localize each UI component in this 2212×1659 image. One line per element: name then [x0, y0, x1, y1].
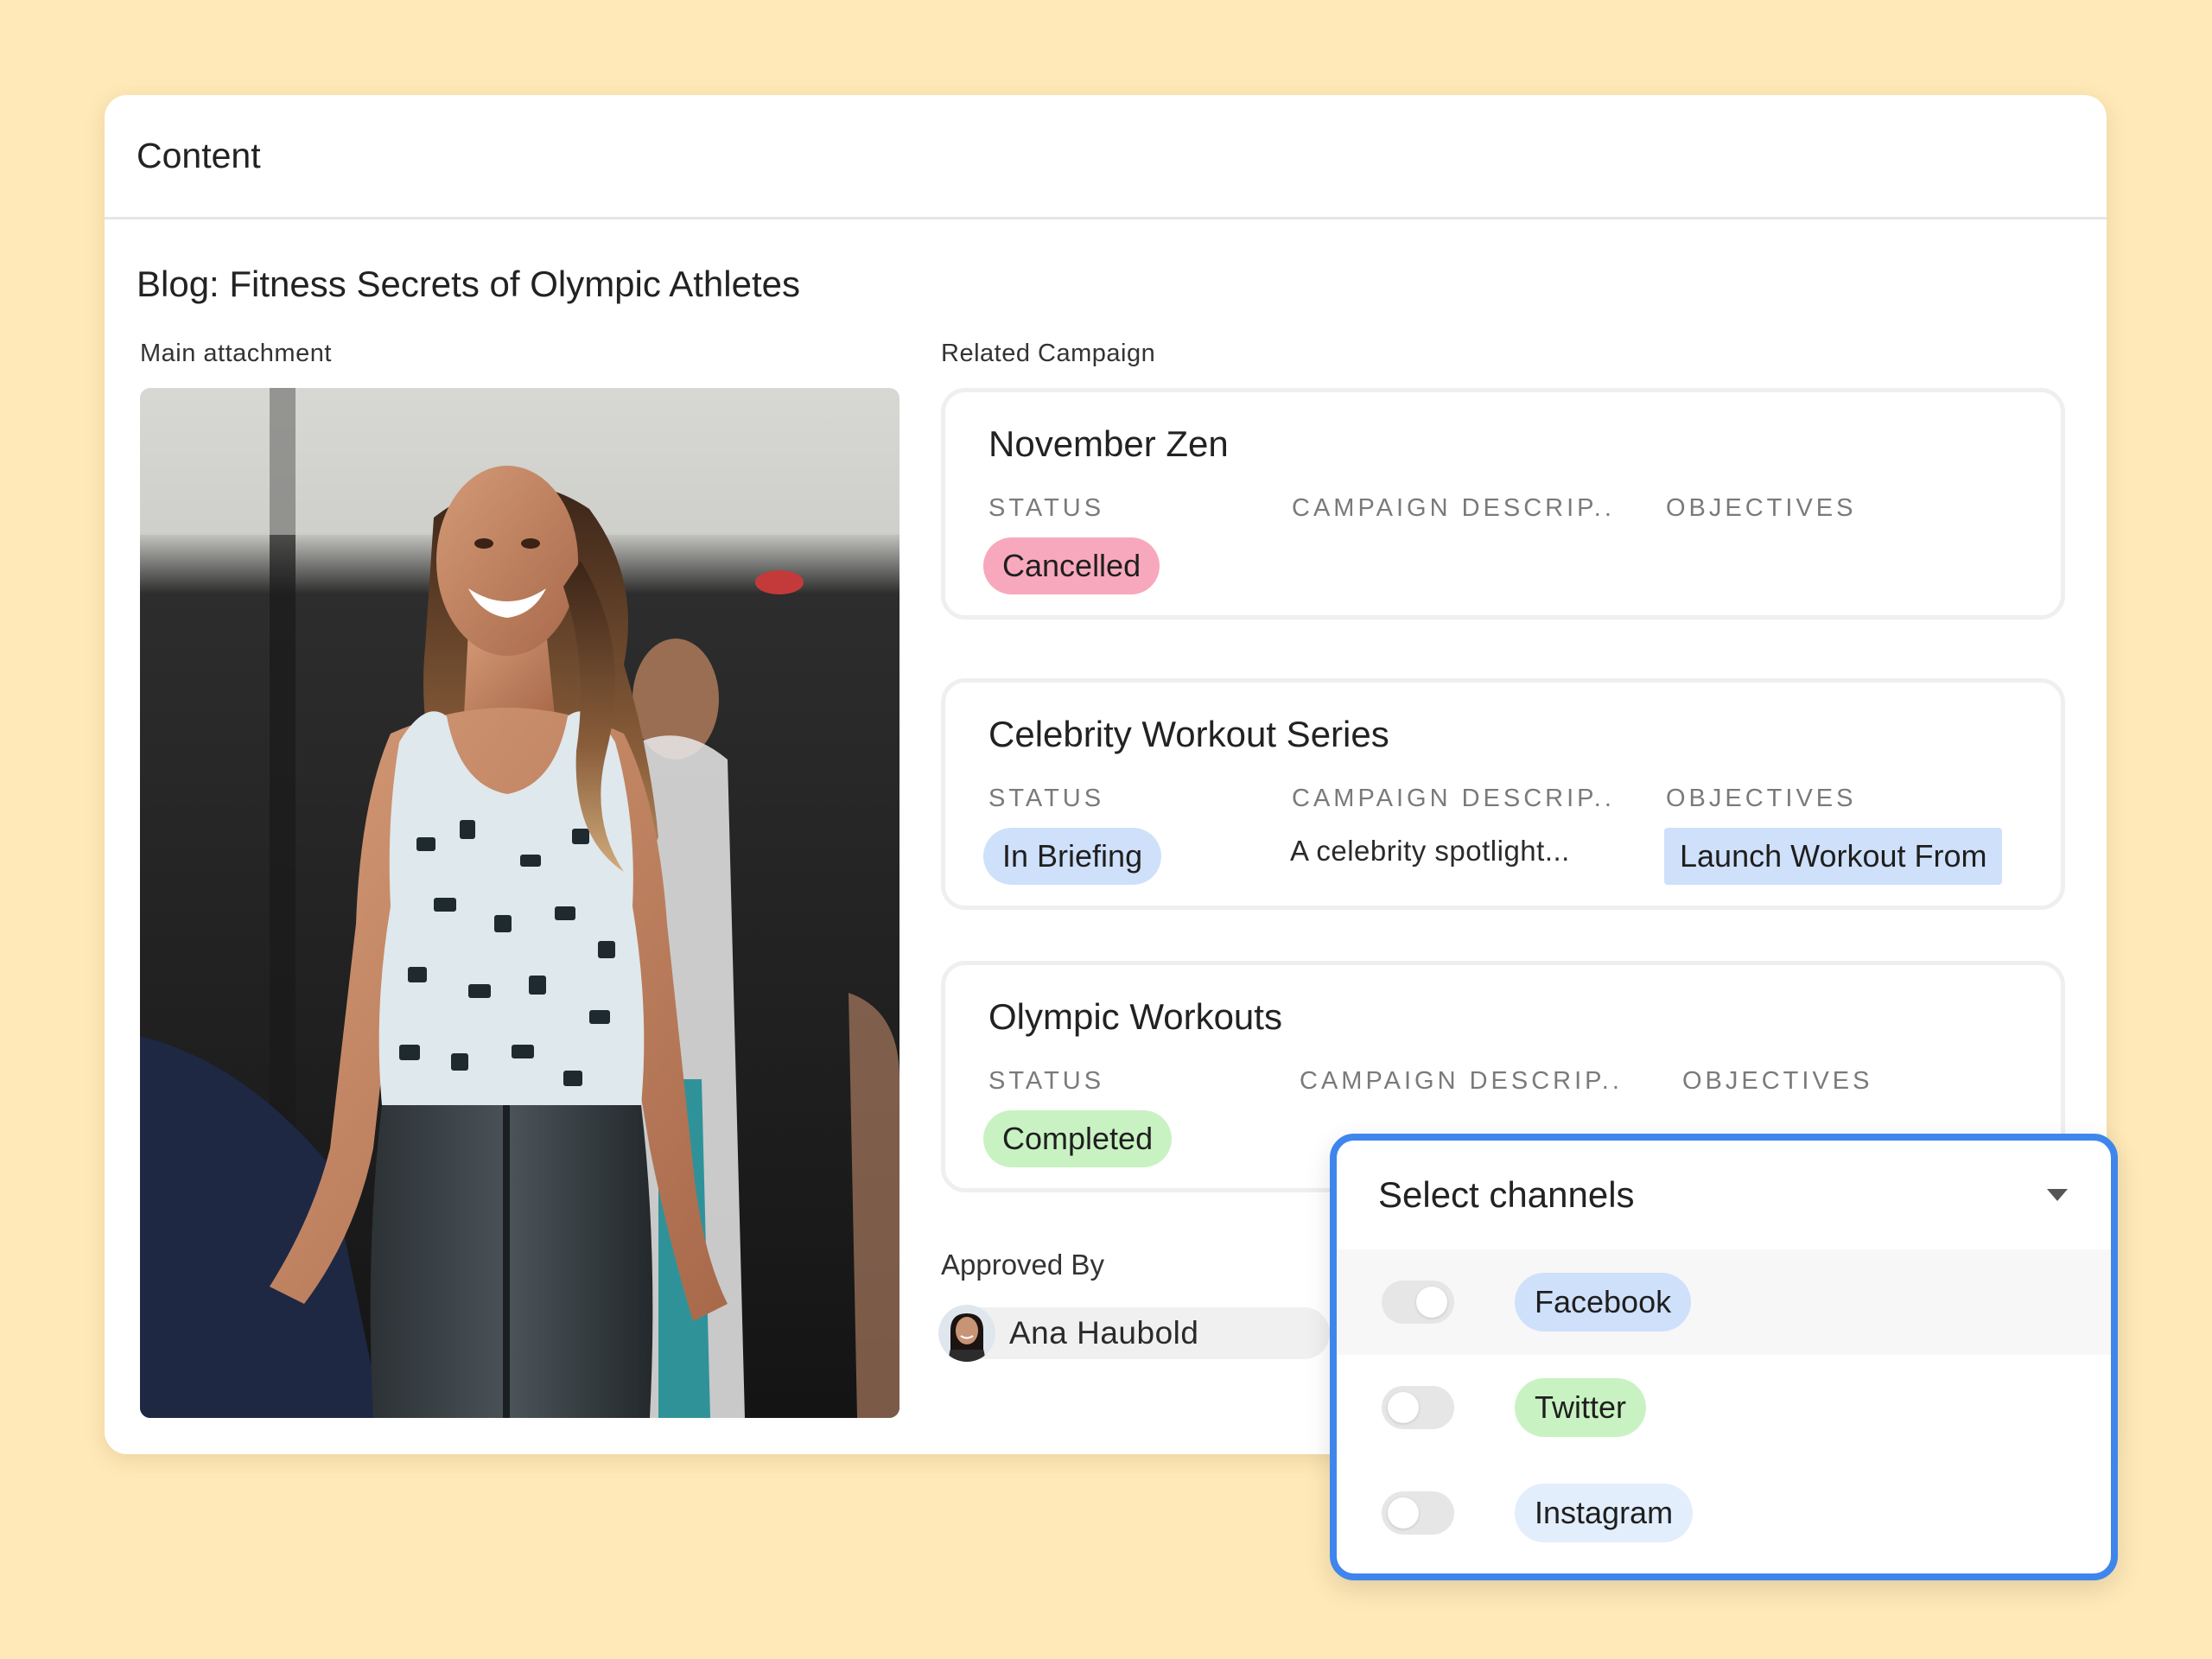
- related-campaign-label: Related Campaign: [941, 340, 1156, 367]
- objectives-column-label: OBJECTIVES: [1682, 1067, 1873, 1095]
- channel-option-instagram[interactable]: Instagram: [1337, 1460, 2111, 1566]
- campaign-description: A celebrity spotlight...: [1290, 835, 1570, 867]
- toggle-knob: [1388, 1392, 1419, 1423]
- toggle-knob: [1388, 1497, 1419, 1529]
- campaign-name: November Zen: [988, 423, 1229, 464]
- objectives-column-label: OBJECTIVES: [1666, 494, 1857, 522]
- campaign-name: Celebrity Workout Series: [988, 714, 1389, 754]
- campaign-name: Olympic Workouts: [988, 996, 1282, 1037]
- description-column-label: CAMPAIGN DESCRIP..: [1292, 785, 1615, 812]
- description-column-label: CAMPAIGN DESCRIP..: [1300, 1067, 1623, 1095]
- campaign-card[interactable]: November Zen STATUS CAMPAIGN DESCRIP.. O…: [941, 388, 2065, 620]
- avatar: [938, 1305, 995, 1362]
- channels-dropdown-title: Select channels: [1378, 1174, 1635, 1215]
- channel-option-facebook[interactable]: Facebook: [1337, 1249, 2111, 1355]
- record-title: Blog: Fitness Secrets of Olympic Athlete…: [137, 264, 800, 304]
- channel-tag: Instagram: [1515, 1484, 1694, 1542]
- status-badge: Cancelled: [983, 537, 1160, 594]
- card-title: Content: [137, 136, 261, 175]
- channel-tag: Facebook: [1515, 1273, 1692, 1332]
- objectives-column-label: OBJECTIVES: [1666, 785, 1857, 812]
- channels-dropdown-header[interactable]: Select channels: [1337, 1141, 2111, 1249]
- main-attachment-image[interactable]: [140, 388, 899, 1418]
- channels-dropdown[interactable]: Select channels Facebook Twitter Instagr…: [1330, 1134, 2118, 1580]
- facebook-toggle[interactable]: [1382, 1281, 1454, 1324]
- approver-chip[interactable]: Ana Haubold: [938, 1305, 1330, 1362]
- card-header: Content: [105, 95, 2107, 219]
- campaign-card[interactable]: Celebrity Workout Series STATUS CAMPAIGN…: [941, 678, 2065, 910]
- status-badge: Completed: [983, 1110, 1173, 1167]
- toggle-knob: [1416, 1287, 1447, 1318]
- description-column-label: CAMPAIGN DESCRIP..: [1292, 494, 1615, 522]
- status-column-label: STATUS: [988, 1067, 1105, 1095]
- channel-tag: Twitter: [1515, 1378, 1647, 1437]
- status-badge: In Briefing: [983, 828, 1162, 885]
- status-column-label: STATUS: [988, 785, 1105, 812]
- channel-option-twitter[interactable]: Twitter: [1337, 1355, 2111, 1460]
- main-attachment-label: Main attachment: [140, 340, 332, 367]
- chevron-down-icon[interactable]: [2047, 1189, 2068, 1201]
- instagram-toggle[interactable]: [1382, 1491, 1454, 1535]
- status-column-label: STATUS: [988, 494, 1105, 522]
- approver-name: Ana Haubold: [1009, 1315, 1199, 1351]
- approved-by-label: Approved By: [941, 1249, 1104, 1281]
- objective-chip: Launch Workout From: [1664, 828, 2003, 885]
- twitter-toggle[interactable]: [1382, 1386, 1454, 1429]
